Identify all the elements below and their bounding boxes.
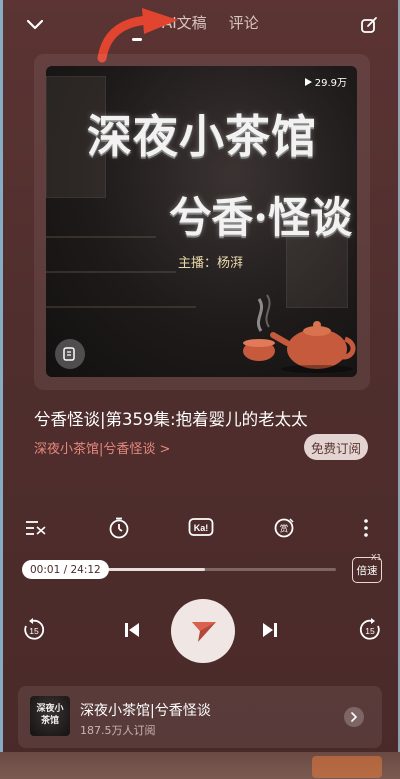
play-icon bbox=[192, 622, 216, 642]
shelf-line bbox=[46, 271, 176, 273]
album-thumbnail: 深夜小 茶馆 bbox=[30, 696, 70, 736]
shelf-line bbox=[46, 306, 196, 308]
thumb-line1: 深夜小 bbox=[36, 704, 64, 714]
share-icon[interactable] bbox=[356, 12, 382, 38]
album-subscribers: 187.5万人订阅 bbox=[80, 724, 156, 737]
timer-icon[interactable] bbox=[105, 514, 133, 542]
svg-text:Ka!: Ka! bbox=[194, 523, 209, 533]
play-count-value: 29.9万 bbox=[314, 78, 347, 89]
play-button[interactable] bbox=[171, 599, 235, 663]
player-screen: AI文稿 评论 29.9万 深夜小茶馆 兮香·怪谈 主播：杨湃 兮香怪谈|第35… bbox=[0, 0, 400, 779]
cover-title-line1: 深夜小茶馆 bbox=[86, 110, 317, 163]
speed-value: X1 bbox=[371, 553, 382, 562]
cover-host: 主播：杨湃 bbox=[178, 256, 244, 271]
forward-15-icon[interactable]: 15 bbox=[356, 616, 384, 644]
album-link[interactable]: 深夜小茶馆|兮香怪谈 > bbox=[34, 438, 170, 457]
reward-icon[interactable]: 赏 bbox=[270, 514, 298, 542]
bottom-overlay bbox=[0, 752, 400, 779]
next-icon[interactable] bbox=[258, 618, 282, 642]
album-cover[interactable]: 29.9万 深夜小茶馆 兮香·怪谈 主播：杨湃 bbox=[46, 66, 357, 377]
play-small-icon bbox=[304, 77, 312, 86]
teapot-image bbox=[243, 294, 356, 373]
tab-comments[interactable]: 评论 bbox=[229, 12, 259, 38]
cover-badge-icon[interactable] bbox=[55, 339, 85, 369]
progress-time[interactable]: 00:01 / 24:12 bbox=[22, 560, 109, 579]
svg-text:15: 15 bbox=[29, 626, 39, 636]
previous-icon[interactable] bbox=[120, 618, 144, 642]
shuffle-list-icon[interactable] bbox=[22, 514, 50, 542]
svg-text:赏: 赏 bbox=[280, 524, 289, 535]
album-name: 深夜小茶馆|兮香怪谈 bbox=[80, 703, 211, 719]
chevron-right-icon[interactable] bbox=[344, 707, 364, 727]
cover-title-line2: 兮香·怪谈 bbox=[169, 193, 352, 242]
thumb-line2: 茶馆 bbox=[40, 716, 59, 726]
svg-text:15: 15 bbox=[365, 626, 375, 636]
chevron-down-icon[interactable] bbox=[22, 12, 48, 38]
more-icon[interactable] bbox=[352, 514, 380, 542]
album-card[interactable]: 深夜小 茶馆 深夜小茶馆|兮香怪谈 187.5万人订阅 bbox=[18, 686, 382, 748]
left-edge bbox=[0, 0, 3, 779]
subscribe-button[interactable]: 免费订阅 bbox=[304, 434, 368, 460]
overlay-accent bbox=[312, 756, 382, 778]
karaoke-icon[interactable]: Ka! bbox=[187, 514, 215, 542]
play-count: 29.9万 bbox=[304, 74, 347, 89]
rewind-15-icon[interactable]: 15 bbox=[20, 616, 48, 644]
episode-title: 兮香怪谈|第359集:抱着婴儿的老太太 bbox=[34, 410, 308, 429]
